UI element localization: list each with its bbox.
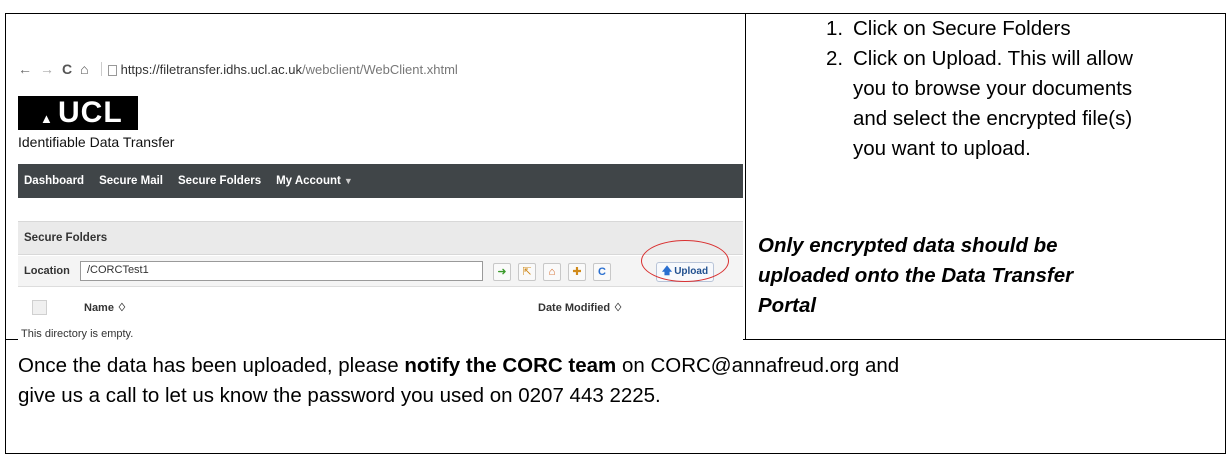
url-host: https://filetransfer.idhs.ucl.ac.uk bbox=[120, 61, 302, 77]
instruction-table: ← → C ⌂ https://filetransfer.idhs.ucl.ac… bbox=[5, 13, 1226, 454]
url-path: /webclient/WebClient.xhtml bbox=[301, 61, 458, 77]
paragraph-line-1: Once the data has been uploaded, please … bbox=[18, 351, 1218, 381]
cell-divider bbox=[745, 14, 746, 340]
nav-secure-mail[interactable]: Secure Mail bbox=[99, 175, 163, 187]
back-icon[interactable]: ← bbox=[18, 61, 32, 77]
nav-secure-folders[interactable]: Secure Folders bbox=[178, 175, 261, 187]
step-number: 2. bbox=[826, 47, 844, 70]
location-input[interactable]: /CORCTest1 bbox=[80, 261, 483, 281]
step-1: 1. Click on Secure Folders bbox=[766, 14, 1221, 44]
url-separator bbox=[100, 62, 102, 76]
crest-icon: ▲ bbox=[40, 111, 54, 126]
browser-url-bar: ← → C ⌂ https://filetransfer.idhs.ucl.ac… bbox=[18, 57, 743, 81]
nav-dashboard[interactable]: Dashboard bbox=[24, 175, 84, 187]
step-number: 1. bbox=[826, 17, 844, 40]
app-title: Identifiable Data Transfer bbox=[18, 134, 175, 150]
paragraph-line-2: give us a call to let us know the passwo… bbox=[18, 384, 661, 407]
chevron-down-icon: ▼ bbox=[343, 176, 353, 186]
table-row-top: ← → C ⌂ https://filetransfer.idhs.ucl.ac… bbox=[6, 14, 1225, 340]
step-text: Click on Upload. This will allow bbox=[853, 47, 1133, 70]
warning-line: uploaded onto the Data Transfer bbox=[758, 264, 1074, 287]
forward-icon[interactable]: → bbox=[40, 61, 54, 77]
url-text[interactable]: https://filetransfer.idhs.ucl.ac.uk/webc… bbox=[121, 62, 458, 77]
paragraph-text: on CORC@annafreud.org and bbox=[616, 354, 900, 377]
step-text: you want to upload. bbox=[853, 137, 1031, 160]
location-toolbar: Location /CORCTest1 ➜ ⇱ ⌂ ✚ C 🡅 Upload bbox=[18, 256, 743, 287]
step-2: 2. Click on Upload. This will allow you … bbox=[766, 44, 1221, 164]
logo-text: UCL bbox=[58, 96, 123, 129]
new-folder-icon[interactable]: ✚ bbox=[568, 263, 586, 281]
panel-title: Secure Folders bbox=[18, 221, 743, 255]
select-all-checkbox[interactable] bbox=[32, 300, 47, 315]
nav-my-account-label: My Account bbox=[276, 175, 341, 187]
instruction-steps: 1. Click on Secure Folders 2. Click on U… bbox=[766, 14, 1221, 164]
paragraph-text: Once the data has been uploaded, please bbox=[18, 354, 405, 377]
home-icon[interactable]: ⌂ bbox=[80, 61, 88, 77]
step-text: Click on Secure Folders bbox=[853, 17, 1071, 40]
highlight-circle bbox=[641, 240, 729, 282]
step-text: and select the encrypted file(s) bbox=[853, 107, 1133, 130]
home-folder-icon[interactable]: ⌂ bbox=[543, 263, 561, 281]
notify-emphasis: notify the CORC team bbox=[404, 354, 617, 377]
nav-my-account[interactable]: My Account ▼ bbox=[276, 175, 353, 187]
page-icon bbox=[107, 64, 117, 76]
folder-up-icon[interactable]: ⇱ bbox=[518, 263, 536, 281]
refresh-icon[interactable]: C bbox=[593, 263, 611, 281]
column-date-modified[interactable]: Date Modified ♢ bbox=[538, 301, 623, 314]
notification-paragraph: Once the data has been uploaded, please … bbox=[18, 351, 1218, 411]
embedded-screenshot: ← → C ⌂ https://filetransfer.idhs.ucl.ac… bbox=[18, 42, 743, 340]
reload-icon[interactable]: C bbox=[62, 61, 72, 77]
empty-directory-message: This directory is empty. bbox=[21, 328, 134, 340]
step-text: you to browse your documents bbox=[853, 77, 1133, 100]
file-list-header: Name ♢ Date Modified ♢ bbox=[18, 298, 743, 318]
warning-line: Portal bbox=[758, 294, 817, 317]
ucl-logo: ▲ UCL bbox=[18, 96, 138, 130]
go-arrow-icon[interactable]: ➜ bbox=[493, 263, 511, 281]
location-label: Location bbox=[24, 265, 70, 277]
column-name[interactable]: Name ♢ bbox=[84, 301, 127, 314]
main-navbar: Dashboard Secure Mail Secure Folders My … bbox=[18, 164, 743, 198]
encryption-warning: Only encrypted data should be uploaded o… bbox=[758, 231, 1218, 321]
warning-line: Only encrypted data should be bbox=[758, 234, 1058, 257]
